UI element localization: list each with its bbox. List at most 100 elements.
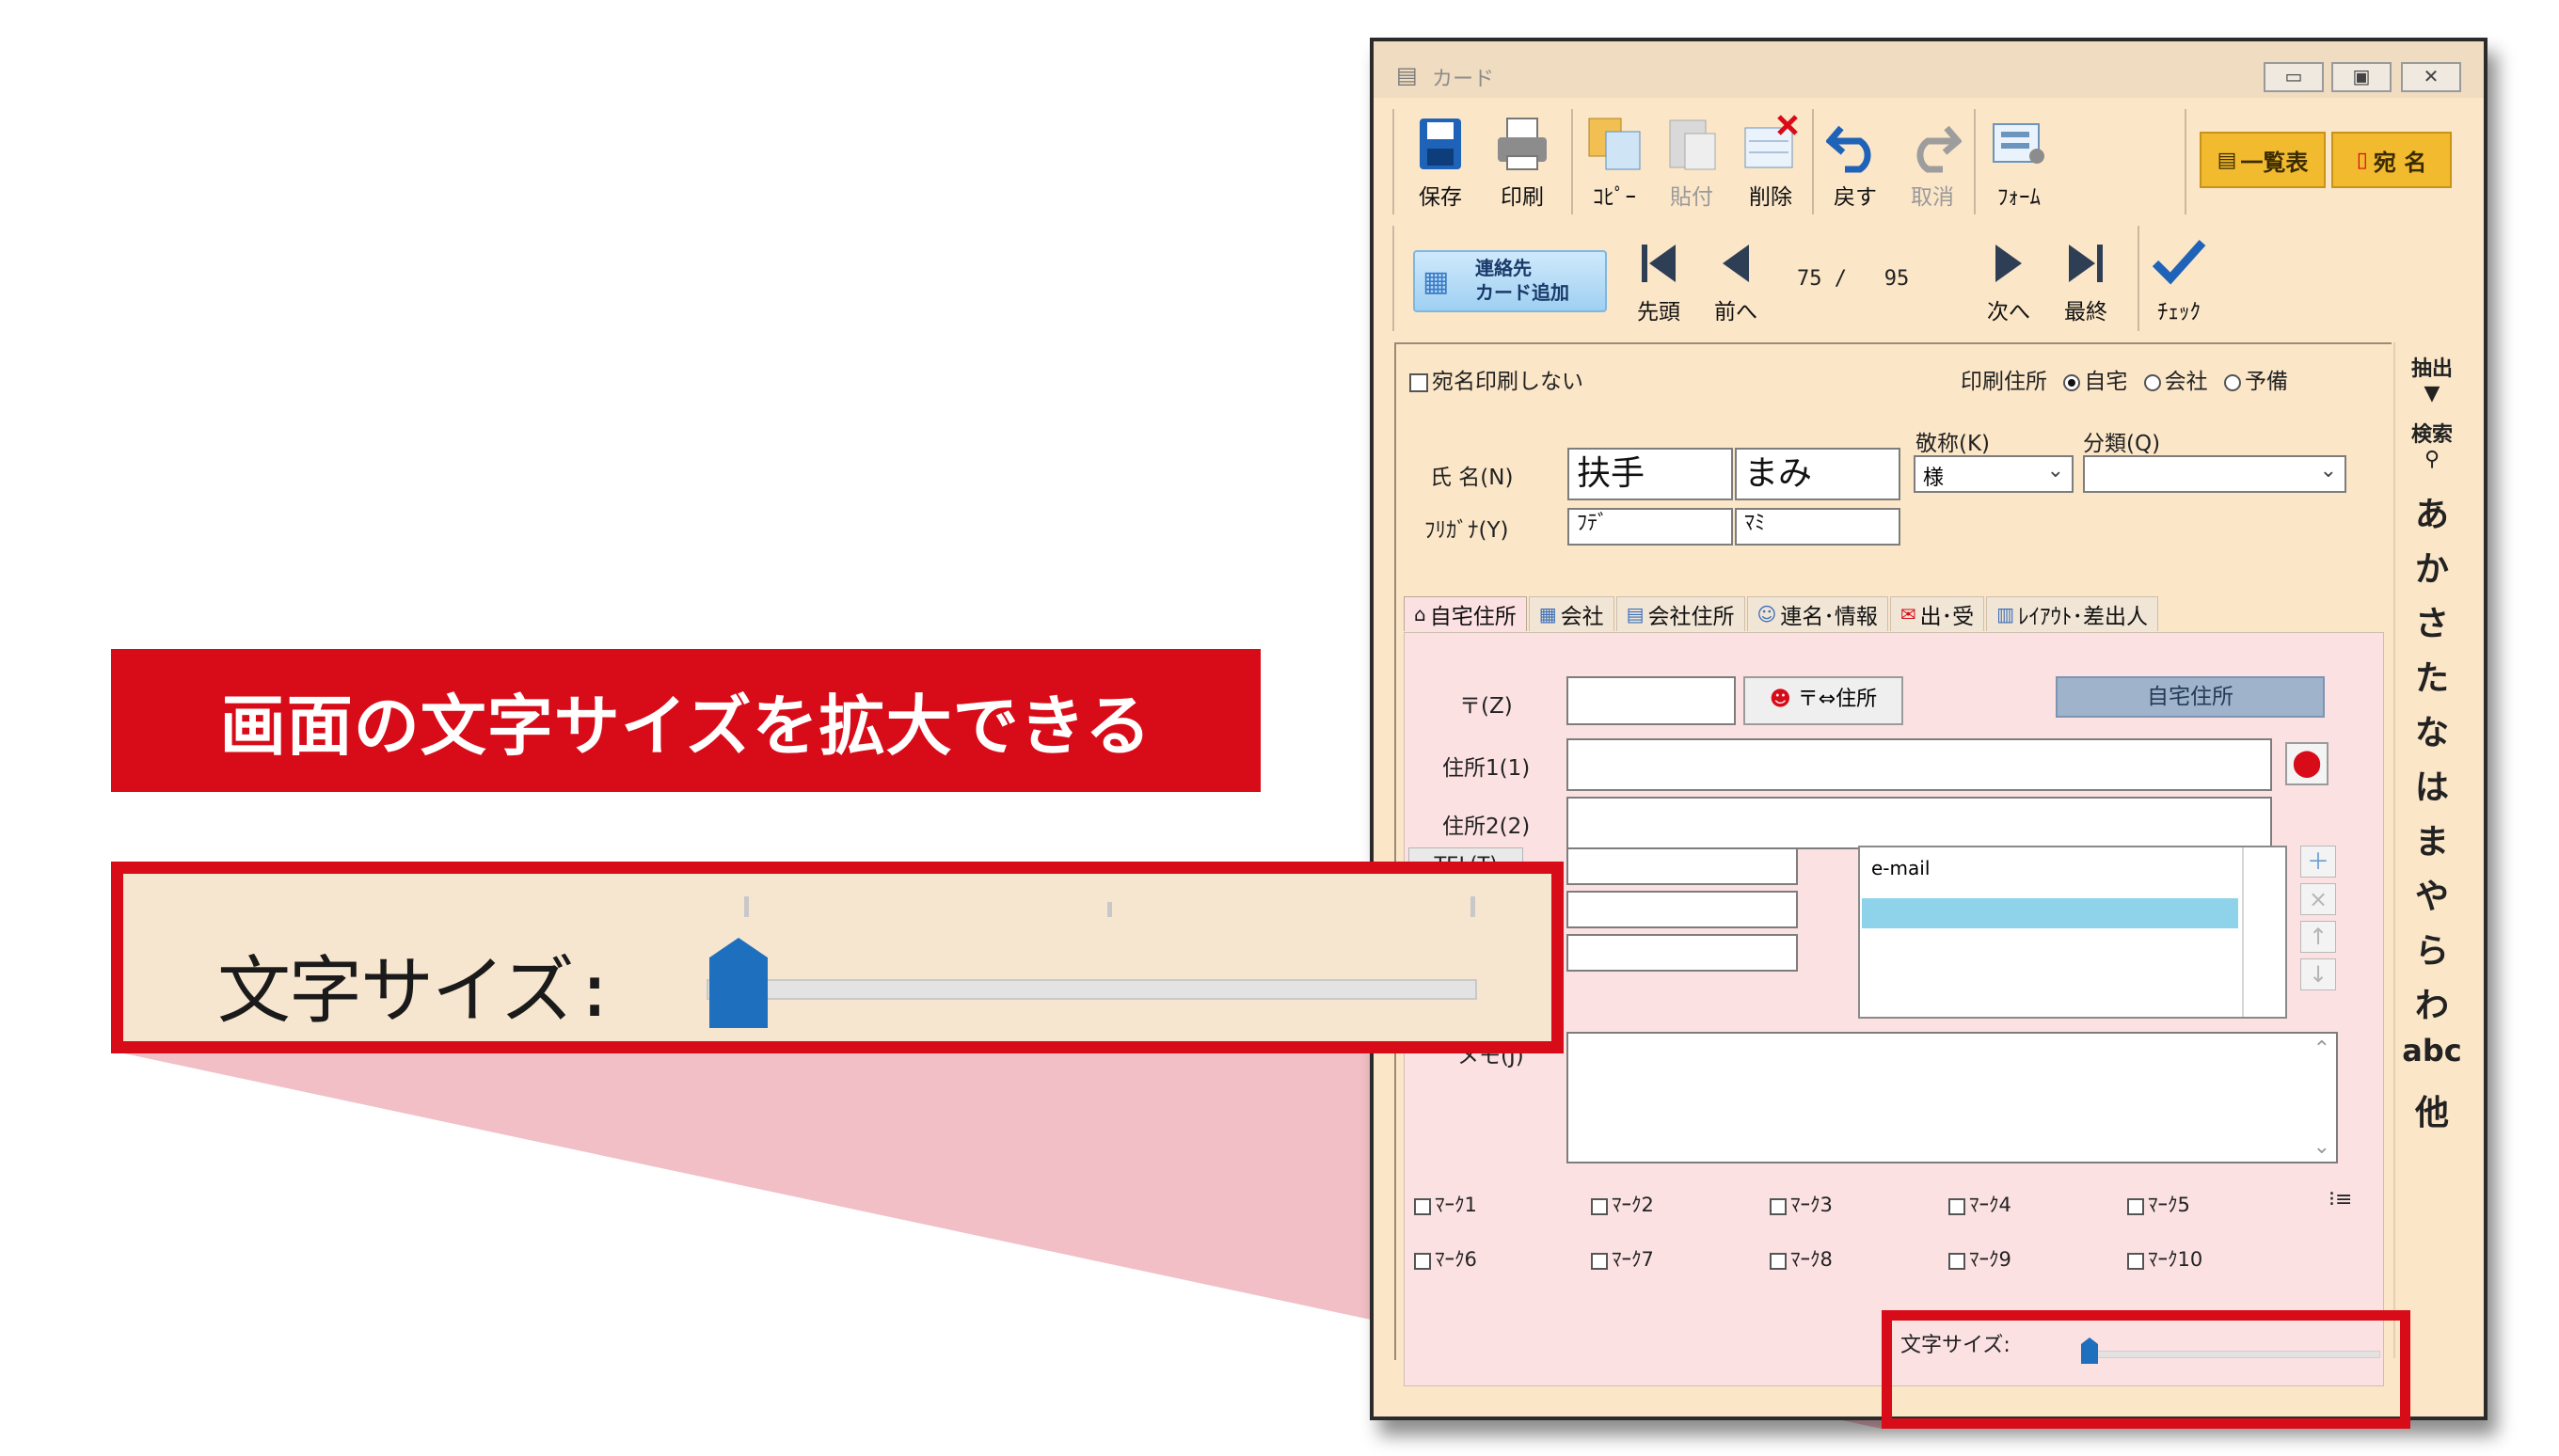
plus-icon: ＋ (2307, 848, 2329, 875)
last-name-input[interactable]: 扶手 (1567, 448, 1733, 500)
index-abc[interactable]: abc (2395, 1033, 2469, 1068)
tab-send-receive[interactable]: ✉ 出･受 (1889, 596, 1985, 631)
address-label-button[interactable]: ▯ 宛 名 (2331, 132, 2452, 188)
check-label: ﾁｪｯｸ (2157, 300, 2201, 324)
no-print-address-checkbox[interactable]: 宛名印刷しない (1409, 363, 1583, 395)
tab-company-address[interactable]: ▤ 会社住所 (1615, 596, 1745, 631)
check-button[interactable]: ﾁｪｯｸ (2145, 235, 2213, 325)
index-na[interactable]: な (2395, 705, 2469, 754)
mark-7-checkbox[interactable]: ﾏｰｸ7 (1591, 1244, 1654, 1273)
tel-input-1[interactable] (1566, 847, 1798, 885)
arrow-up-icon: ↑ (2308, 924, 2329, 950)
radio-company[interactable]: 会社 (2135, 370, 2208, 394)
undo-button[interactable]: 戻す (1820, 115, 1891, 211)
move-up-button[interactable]: ↑ (2300, 921, 2336, 953)
first-label: 先頭 (1637, 300, 1680, 324)
form-label: ﾌｫｰﾑ (1997, 185, 2041, 210)
checkbox-box (1948, 1198, 1965, 1215)
save-button[interactable]: 保存 (1407, 115, 1473, 211)
minimize-button[interactable]: ▭ (2264, 62, 2324, 92)
redo-button[interactable]: 取消 (1897, 115, 1968, 211)
mark-2-checkbox[interactable]: ﾏｰｸ2 (1591, 1190, 1654, 1218)
zip-input[interactable] (1566, 676, 1736, 725)
index-ra[interactable]: ら (2395, 924, 2469, 973)
address1-input[interactable] (1566, 738, 2272, 791)
checkbox-box (1591, 1198, 1608, 1215)
index-wa[interactable]: わ (2395, 978, 2469, 1027)
checkbox-box (1948, 1253, 1965, 1270)
list-icon: ▤ (2217, 148, 2237, 172)
prev-record-button[interactable]: 前へ (1703, 239, 1769, 325)
mark-label: ﾏｰｸ5 (2148, 1194, 2190, 1216)
first-name-input[interactable]: まみ (1735, 448, 1900, 500)
mark-3-checkbox[interactable]: ﾏｰｸ3 (1770, 1190, 1833, 1218)
index-a[interactable]: あ (2395, 487, 2469, 536)
copy-button[interactable]: ｺﾋﾟｰ (1579, 115, 1650, 211)
index-ka[interactable]: か (2395, 542, 2469, 591)
mail-icon: ✉ (1899, 603, 1916, 625)
first-record-button[interactable]: 先頭 (1626, 239, 1692, 325)
category-select[interactable]: ⌄ (2083, 455, 2346, 493)
copy-label: ｺﾋﾟｰ (1593, 185, 1636, 210)
search-button[interactable]: 検索 ⚲ (2395, 418, 2469, 471)
honorific-select[interactable]: 様 ⌄ (1914, 455, 2074, 493)
zip-to-address-button[interactable]: ☻ 〒⇔住所 (1743, 676, 1903, 725)
email-selected-row[interactable] (1862, 898, 2238, 928)
add-contact-card-button[interactable]: ▦ 連絡先 カード追加 (1413, 250, 1607, 312)
mark-6-checkbox[interactable]: ﾏｰｸ6 (1414, 1244, 1477, 1273)
mark-5-checkbox[interactable]: ﾏｰｸ5 (2127, 1190, 2190, 1218)
list-view-button[interactable]: ▤ 一覧表 (2200, 132, 2326, 188)
index-sa[interactable]: さ (2395, 596, 2469, 645)
maximize-button[interactable]: ▣ (2331, 62, 2392, 92)
mark-1-checkbox[interactable]: ﾏｰｸ1 (1414, 1190, 1477, 1218)
extract-button[interactable]: 抽出 ▼ (2395, 352, 2469, 405)
last-label: 最終 (2064, 300, 2107, 324)
mark-10-checkbox[interactable]: ﾏｰｸ10 (2127, 1244, 2202, 1273)
index-ha[interactable]: は (2395, 760, 2469, 809)
redo-icon (1916, 125, 1962, 173)
scroll-down-icon[interactable]: ⌄ (2313, 1135, 2330, 1160)
email-scrollbar[interactable] (2242, 847, 2244, 1017)
undo-label: 戻す (1834, 185, 1877, 210)
print-button[interactable]: 印刷 (1485, 115, 1560, 211)
tab-joint-info[interactable]: ☺ 連名･情報 (1746, 596, 1888, 631)
mark-9-checkbox[interactable]: ﾏｰｸ9 (1948, 1244, 2011, 1273)
move-down-button[interactable]: ↓ (2300, 958, 2336, 990)
tab-home-address[interactable]: ⌂ 自宅住所 (1404, 596, 1527, 631)
email-list[interactable]: e-mail (1858, 846, 2287, 1019)
tab-company[interactable]: ▦ 会社 (1528, 596, 1614, 631)
memo-textarea[interactable]: ⌃ ⌄ (1566, 1032, 2338, 1163)
paste-button[interactable]: 貼付 (1656, 115, 1727, 211)
first-kana-input[interactable]: ﾏﾐ (1735, 508, 1900, 546)
radio-spare-label: 予備 (2244, 370, 2288, 394)
form-button[interactable]: ﾌｫｰﾑ (1981, 115, 2057, 211)
next-record-button[interactable]: 次へ (1976, 239, 2042, 325)
category-label: 分類(Q) (2083, 432, 2161, 456)
checkmark-icon (2152, 239, 2206, 285)
radio-spare[interactable]: 予備 (2215, 370, 2288, 394)
last-kana-input[interactable]: ﾌﾃﾞ (1567, 508, 1733, 546)
last-record-button[interactable]: 最終 (2053, 239, 2119, 325)
tel-input-2[interactable] (1566, 891, 1798, 928)
radio-home[interactable]: 自宅 (2054, 370, 2127, 394)
index-other[interactable]: 他 (2395, 1085, 2469, 1134)
add-card-icon: ▦ (1423, 265, 1450, 298)
address2-input[interactable] (1566, 797, 2272, 849)
index-ma[interactable]: ま (2395, 815, 2469, 863)
remove-email-button[interactable]: × (2300, 883, 2336, 915)
mark-settings-icon[interactable]: ⁝≡ (2329, 1188, 2352, 1211)
tab-layout-sender[interactable]: ▥ ﾚｲｱｳﾄ･差出人 (1986, 596, 2159, 631)
tel-input-3[interactable] (1566, 934, 1798, 972)
add-email-button[interactable]: ＋ (2300, 846, 2336, 878)
mark-4-checkbox[interactable]: ﾏｰｸ4 (1948, 1190, 2011, 1218)
index-ya[interactable]: や (2395, 869, 2469, 918)
title-bar[interactable]: ▤ カード ▭ ▣ ✕ (1374, 41, 2484, 98)
index-ta[interactable]: た (2395, 651, 2469, 700)
mark-label: ﾏｰｸ8 (1790, 1248, 1833, 1271)
scroll-up-icon[interactable]: ⌃ (2313, 1037, 2330, 1062)
mark-8-checkbox[interactable]: ﾏｰｸ8 (1770, 1244, 1833, 1273)
map-pin-button[interactable]: ⬤ (2285, 742, 2329, 785)
card-form: 宛名印刷しない 印刷住所 自宅 会社 予備 敬称(K) 分類(Q) 様 ⌄ ⌄ 氏… (1394, 342, 2392, 1386)
close-button[interactable]: ✕ (2401, 62, 2461, 92)
delete-button[interactable]: 削除 (1735, 115, 1806, 211)
